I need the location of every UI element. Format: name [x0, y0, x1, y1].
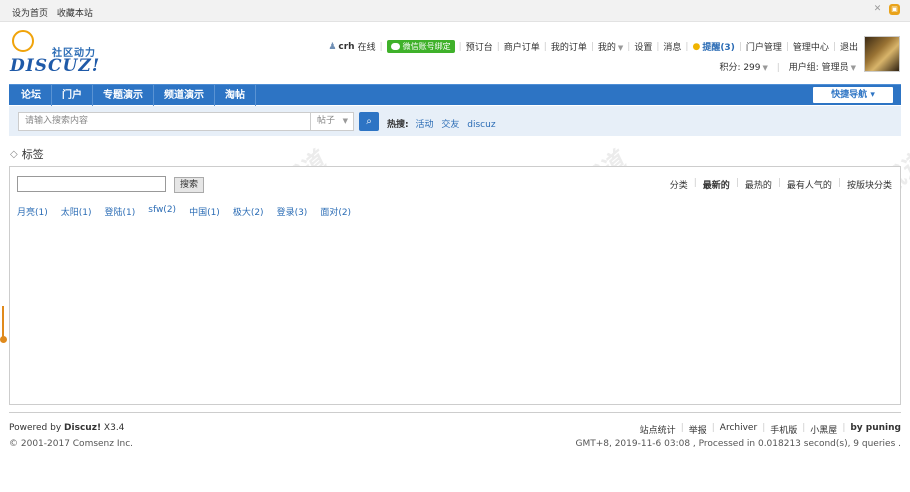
tag-link[interactable]: 极大(2) [233, 205, 264, 218]
footer-link-blacklist[interactable]: 小黑屋 [810, 423, 837, 436]
chevron-down-icon: ▼ [342, 117, 348, 125]
tag-link[interactable]: 月亮(1) [17, 205, 48, 218]
online-status[interactable]: 在线 [358, 40, 376, 53]
settings-link[interactable]: 设置 [634, 40, 652, 53]
booking-link[interactable]: 预订台 [466, 40, 493, 53]
user-score-line: 积分: 299 ▼ | 用户组: 管理员 ▼ [719, 63, 856, 73]
my-orders-link[interactable]: 我的订单 [551, 40, 587, 53]
bookmark-link[interactable]: 收藏本站 [57, 9, 93, 19]
mobile-icon[interactable]: ▣ [889, 4, 900, 15]
hot-link-friends[interactable]: 交友 [441, 120, 459, 130]
main-nav: 论坛 门户 专题演示 频道演示 淘帖 快捷导航 ▾ [9, 84, 901, 106]
footer-author[interactable]: by puning [850, 423, 901, 436]
switch-width-icon[interactable]: ✕ [872, 4, 883, 15]
breadcrumb: ◇ 标签 [10, 146, 44, 162]
tag-filters: 分类 | 最新的 | 最热的 | 最有人气的 | 按版块分类 [669, 178, 892, 191]
set-home-link[interactable]: 设为首页 [12, 9, 48, 19]
logout-link[interactable]: 退出 [840, 40, 858, 53]
quick-nav-button[interactable]: 快捷导航 ▾ [813, 87, 893, 103]
my-menu-label: 我的 [597, 43, 616, 53]
user-menu: ♟ crh 在线 | 微信账号绑定 | 预订台 | 商户订单 | 我的订单 | … [328, 40, 858, 53]
hot-search: 热搜: 活动 交友 discuz [387, 117, 501, 130]
footer-link-mobile[interactable]: 手机版 [770, 423, 797, 436]
nav-item-portal[interactable]: 门户 [52, 85, 93, 106]
search-icon: ⌕ [366, 116, 372, 127]
portal-admin-link[interactable]: 门户管理 [746, 40, 782, 53]
filter-newest[interactable]: 最新的 [703, 178, 730, 191]
copyright: © 2001-2017 Comsenz Inc. [9, 439, 134, 449]
messages-link[interactable]: 消息 [663, 40, 681, 53]
powered-prefix: Powered by [9, 423, 62, 433]
user-icon: ♟ [328, 41, 337, 52]
version: X3.4 [103, 423, 125, 433]
usergroup-menu[interactable]: 用户组: 管理员 ▼ [789, 63, 856, 73]
search-bar: 请输入搜索内容 帖子 ▼ ⌕ 热搜: 活动 交友 discuz [9, 106, 901, 136]
logo-wordmark: DISCUZ! [10, 56, 101, 76]
tag-link[interactable]: 中国(1) [189, 205, 220, 218]
wechat-bind-label: 微信账号绑定 [402, 42, 451, 51]
filter-by-forum[interactable]: 按版块分类 [847, 178, 892, 191]
footer-link-archiver[interactable]: Archiver [720, 423, 757, 436]
search-type-label: 帖子 [317, 116, 336, 126]
tag-search-button[interactable]: 搜索 [174, 177, 204, 193]
hot-link-activity[interactable]: 活动 [415, 120, 433, 130]
top-bar: 设为首页 收藏本站 ✕ ▣ [0, 0, 910, 22]
top-icons: ✕ ▣ [872, 4, 900, 15]
site-logo[interactable]: 社区动力 DISCUZ! [10, 30, 120, 76]
points-label: 积分: 299 [719, 63, 761, 73]
top-links: 设为首页 收藏本站 [12, 6, 99, 19]
tags-panel: 搜索 分类 | 最新的 | 最热的 | 最有人气的 | 按版块分类 月亮(1) … [9, 166, 901, 405]
caret-down-icon: ▾ [870, 90, 875, 100]
chevron-down-icon: ▼ [762, 64, 768, 72]
filter-popular[interactable]: 最有人气的 [787, 178, 832, 191]
footer-link-stats[interactable]: 站点统计 [640, 423, 676, 436]
footer: Powered by Discuz! X3.4 © 2001-2017 Coms… [9, 412, 901, 449]
my-menu[interactable]: 我的 ▼ [598, 40, 623, 53]
hot-search-label: 热搜: [387, 120, 409, 130]
quick-nav-label: 快捷导航 [831, 90, 868, 100]
lightbulb-icon: ● [692, 41, 701, 52]
tag-list: 月亮(1) 太阳(1) 登陆(1) sfw(2) 中国(1) 极大(2) 登录(… [17, 205, 364, 218]
wechat-bind-button[interactable]: 微信账号绑定 [386, 40, 455, 53]
username[interactable]: crh [338, 42, 354, 52]
usergroup-label: 用户组: 管理员 [788, 63, 849, 73]
filter-hottest[interactable]: 最热的 [745, 178, 772, 191]
merchant-orders-link[interactable]: 商户订单 [504, 40, 540, 53]
nav-item-channels[interactable]: 频道演示 [154, 85, 215, 106]
tag-link[interactable]: 太阳(1) [61, 205, 92, 218]
logo-bubble-icon [12, 30, 34, 52]
chevron-down-icon: ▼ [617, 44, 624, 52]
tag-link[interactable]: 面对(2) [320, 205, 351, 218]
wechat-icon [390, 43, 400, 50]
hot-link-discuz[interactable]: discuz [467, 120, 495, 130]
filter-category[interactable]: 分类 [670, 178, 688, 191]
page-title: 标签 [21, 148, 44, 161]
tag-link[interactable]: 登录(3) [277, 205, 308, 218]
tag-icon: ◇ [10, 148, 18, 160]
tag-search-input[interactable] [17, 176, 166, 192]
nav-item-forum[interactable]: 论坛 [11, 85, 52, 106]
search-type-select[interactable]: 帖子 ▼ [310, 112, 354, 131]
powered-by: Powered by Discuz! X3.4 [9, 423, 124, 433]
footer-link-report[interactable]: 举报 [689, 423, 707, 436]
nav-items: 论坛 门户 专题演示 频道演示 淘帖 [11, 85, 256, 106]
footer-stats: GMT+8, 2019-11-6 03:08 , Processed in 0.… [575, 439, 901, 449]
nav-item-collections[interactable]: 淘帖 [215, 85, 256, 106]
search-input[interactable]: 请输入搜索内容 [18, 112, 310, 131]
chevron-down-icon: ▼ [850, 64, 856, 72]
tag-link[interactable]: 登陆(1) [105, 205, 136, 218]
remind-link[interactable]: 提醒(3) [702, 40, 735, 53]
footer-links: 站点统计 | 举报 | Archiver | 手机版 | 小黑屋 | by pu… [639, 423, 901, 436]
thermometer-icon[interactable] [0, 306, 7, 344]
nav-item-topics[interactable]: 专题演示 [93, 85, 154, 106]
avatar[interactable] [864, 36, 900, 72]
admin-center-link[interactable]: 管理中心 [793, 40, 829, 53]
points-menu[interactable]: 积分: 299 ▼ [719, 63, 767, 73]
tag-link[interactable]: sfw(2) [148, 205, 176, 218]
discuz-link[interactable]: Discuz! [64, 423, 101, 433]
search-button[interactable]: ⌕ [359, 112, 379, 131]
